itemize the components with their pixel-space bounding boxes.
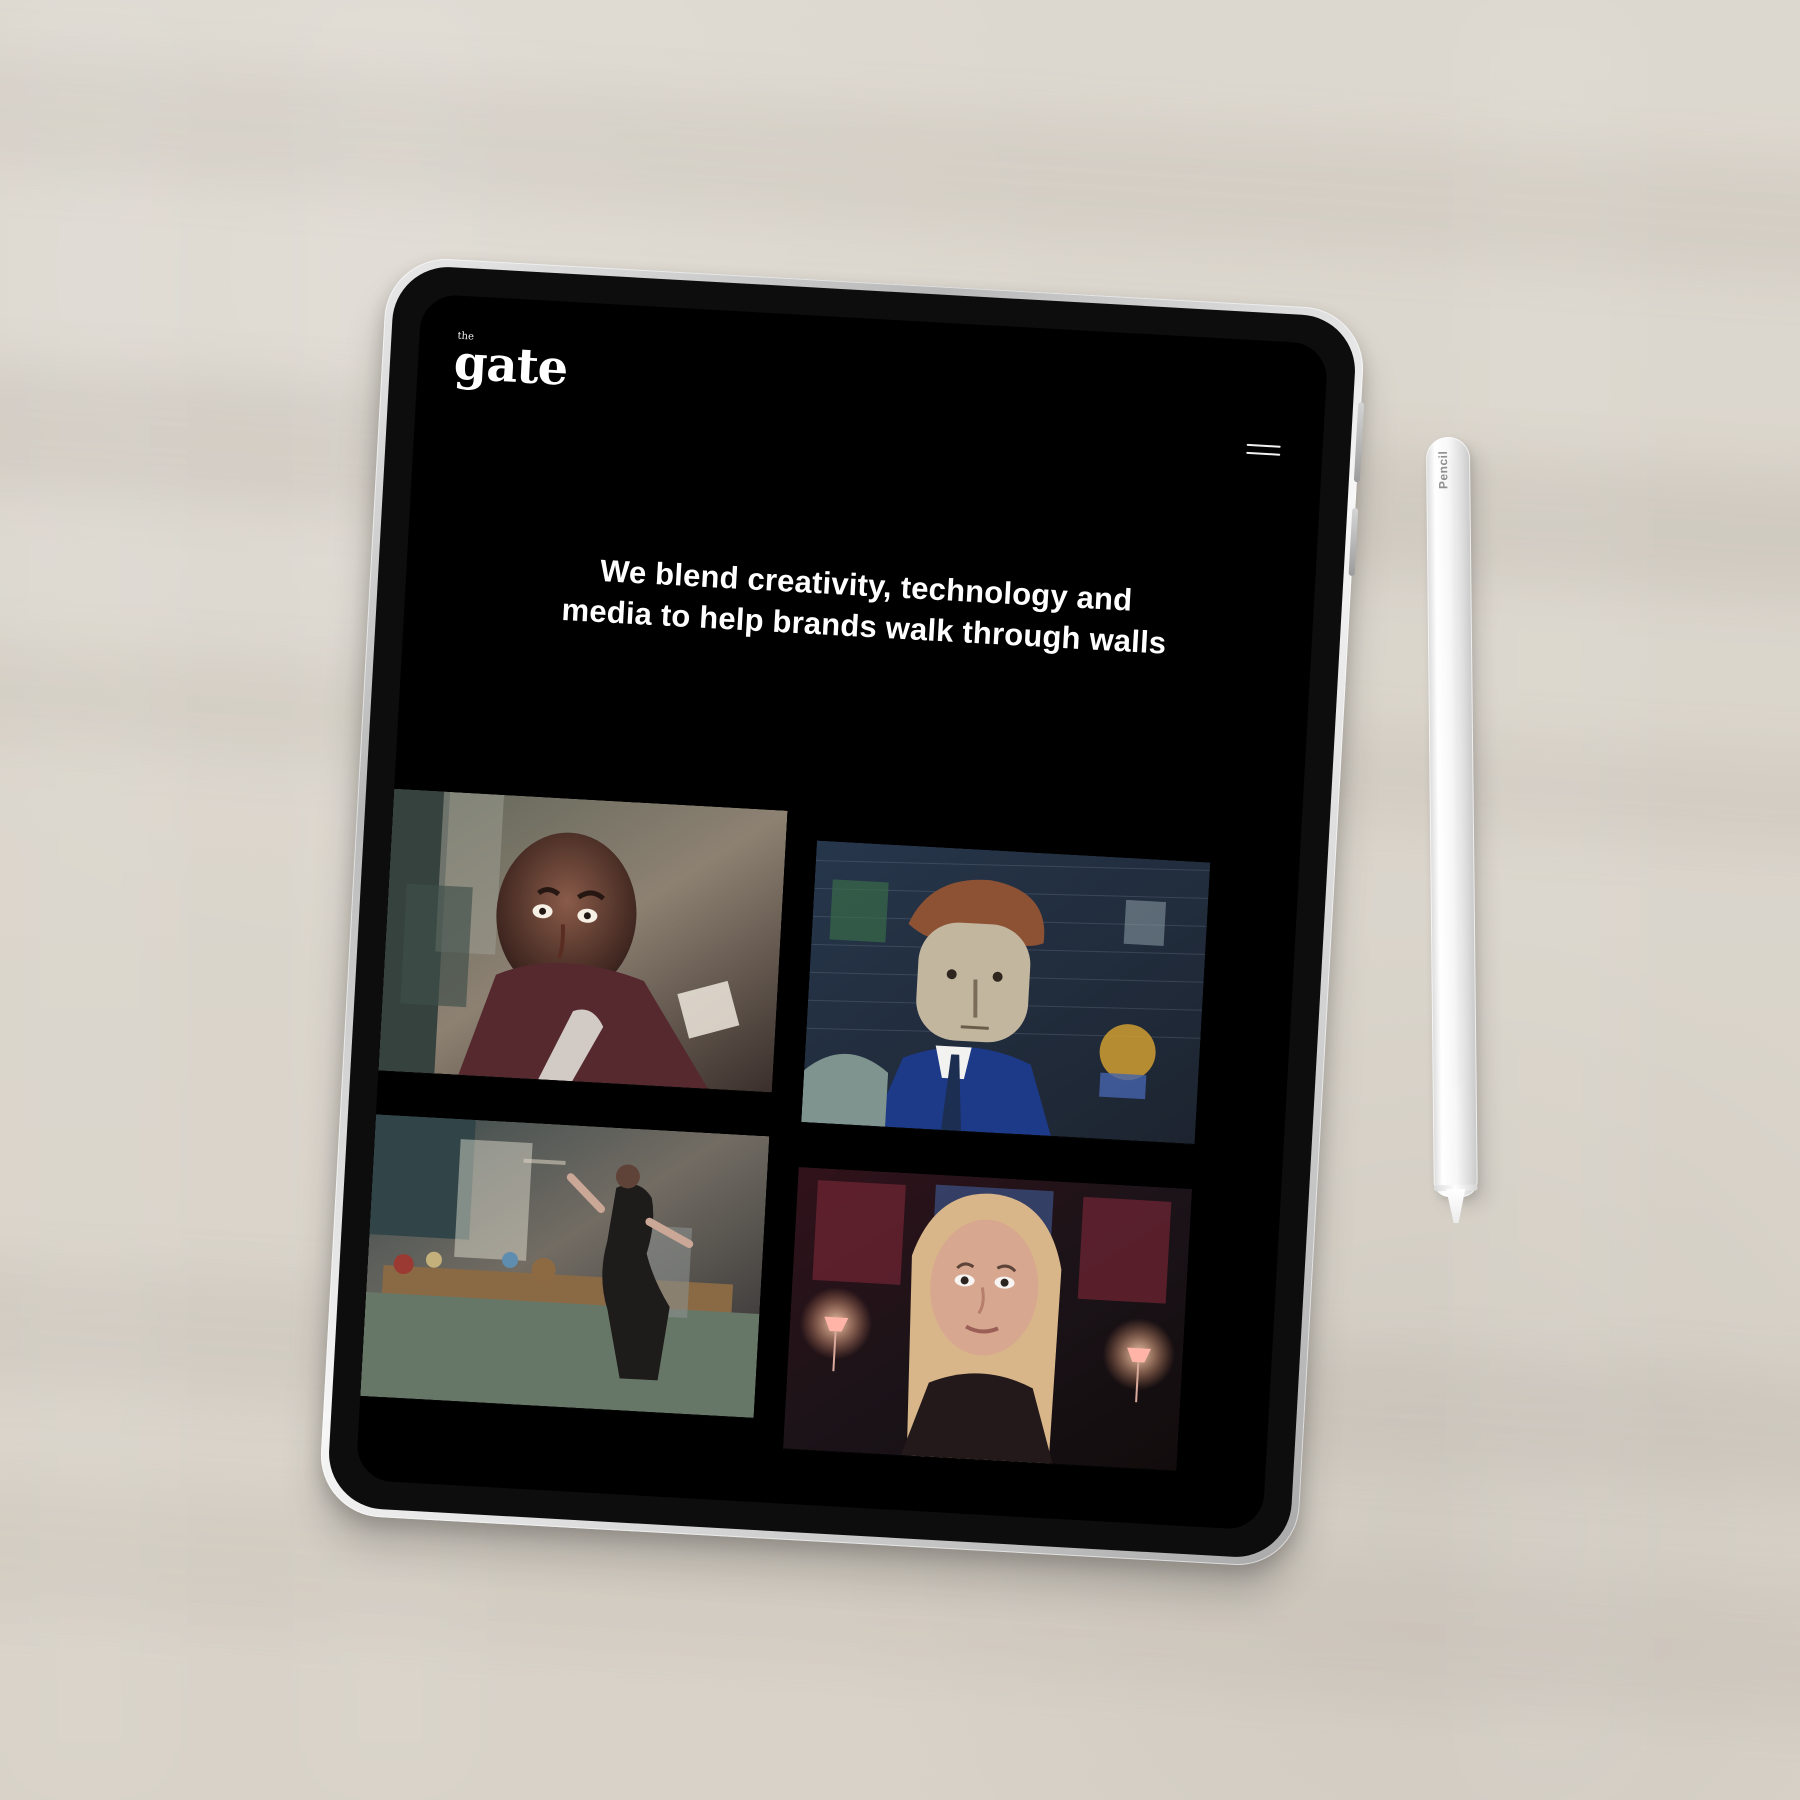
woman-portrait-image [782,1166,1193,1471]
menu-button[interactable] [1246,440,1281,462]
hamburger-menu-icon [1246,451,1281,456]
showcase-tile[interactable] [360,1114,770,1418]
showcase-tile[interactable] [378,788,788,1093]
apple-pencil: Pencil [1425,436,1482,1227]
hero-headline: We blend creativity, technology and medi… [503,546,1226,668]
brand-logo[interactable]: the gate [453,331,569,397]
tablet-device: the gate We blend creativity, technology… [317,255,1367,1569]
showcase-grid [360,788,1301,1471]
pencil-label: Pencil [1436,451,1450,490]
pencil-name: Pencil [1436,450,1451,490]
puppet-character-image [801,840,1211,1145]
hamburger-menu-icon [1246,443,1281,448]
pencil-body: Pencil [1425,436,1478,1198]
screen-bezel: the gate We blend creativity, technology… [355,293,1329,1531]
tablet-glass: the gate We blend creativity, technology… [326,264,1358,1560]
light-glow [1460,0,1640,1800]
website-screen: the gate We blend creativity, technology… [355,293,1329,1531]
pencil-flat-side [1437,456,1462,1090]
showcase-tile[interactable] [782,1166,1193,1471]
showcase-tile[interactable] [801,840,1211,1145]
light-glow [0,0,180,1800]
kitchen-scene-image [360,1114,770,1418]
man-portrait-image [378,788,788,1093]
